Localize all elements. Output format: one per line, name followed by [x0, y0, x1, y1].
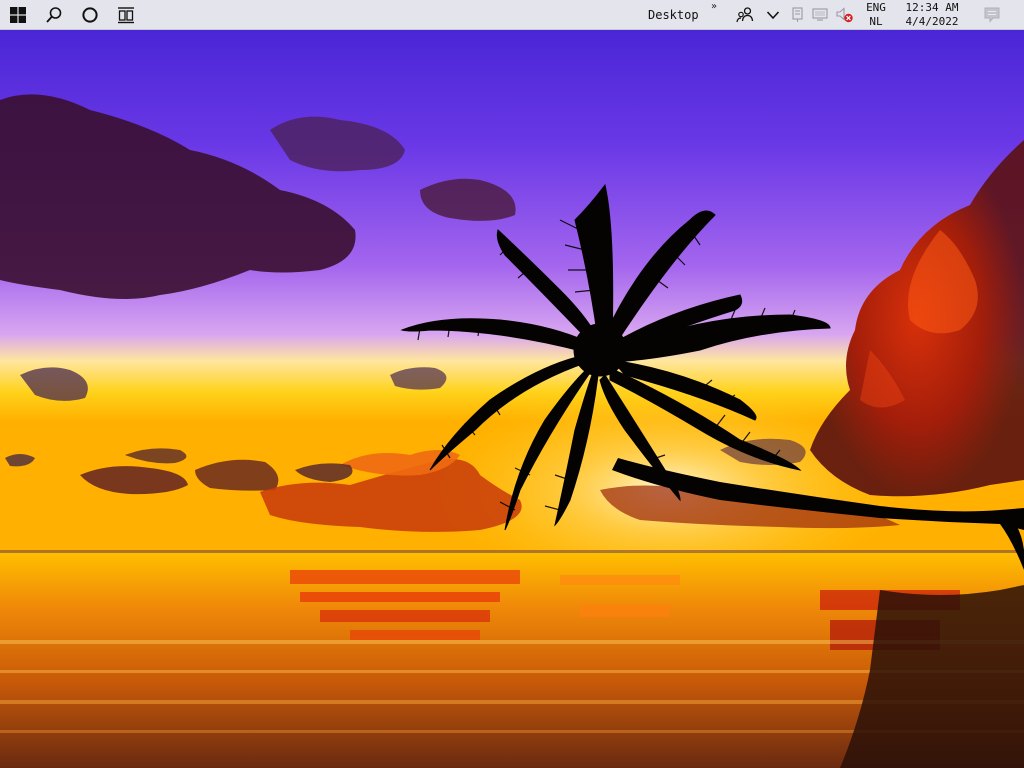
network-tray-button[interactable] [788, 0, 808, 30]
task-view-button[interactable] [108, 0, 144, 30]
windows-logo-icon [10, 7, 26, 23]
task-view-icon [118, 7, 134, 24]
taskbar: Desktop » ENG NL 12:34 AM 4/4/2022 [0, 0, 1024, 30]
desktop-screen: Desktop » ENG NL 12:34 AM 4/4/2022 [0, 0, 1024, 768]
desktop-toolbar-text: Desktop [648, 8, 699, 22]
people-icon [736, 7, 754, 23]
language-code: ENG [866, 1, 886, 14]
toolbar-expand-chevron-icon[interactable]: » [711, 1, 717, 12]
cortana-circle-icon [82, 7, 98, 23]
search-icon [46, 7, 62, 23]
keyboard-layout-code: NL [869, 15, 883, 28]
clock-date: 4/4/2022 [905, 15, 959, 28]
action-center-icon [984, 7, 1000, 23]
display-tray-button[interactable] [810, 0, 832, 30]
volume-muted-icon [836, 7, 853, 23]
volume-tray-button[interactable] [834, 0, 856, 30]
show-hidden-icons-button[interactable] [762, 0, 784, 30]
start-button[interactable] [0, 0, 36, 30]
people-button[interactable] [732, 0, 758, 30]
network-icon [792, 7, 803, 22]
chevron-down-icon [766, 11, 780, 20]
display-icon [812, 8, 828, 21]
clock[interactable]: 12:34 AM 4/4/2022 [898, 0, 966, 30]
action-center-button[interactable] [978, 0, 1006, 30]
cortana-button[interactable] [72, 0, 108, 30]
input-language-indicator[interactable]: ENG NL [860, 0, 892, 30]
search-button[interactable] [36, 0, 72, 30]
clock-time: 12:34 AM [905, 1, 959, 14]
sunset-palm-image [0, 30, 1024, 768]
desktop-toolbar-label[interactable]: Desktop [648, 0, 699, 30]
desktop-wallpaper[interactable] [0, 30, 1024, 768]
